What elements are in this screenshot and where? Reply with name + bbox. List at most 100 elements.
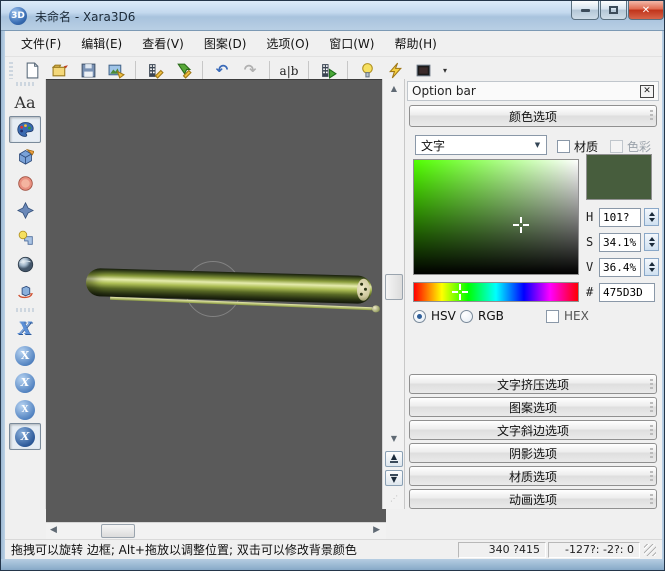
- menu-file[interactable]: 文件(F): [11, 31, 71, 56]
- hue-row: H 101?: [586, 207, 659, 227]
- bulb-shape-icon: [17, 229, 34, 246]
- value-spinner[interactable]: [644, 258, 659, 276]
- style-x-button[interactable]: X: [9, 315, 41, 342]
- dropdown-caret-icon: ▾: [443, 66, 447, 75]
- rgb-radio[interactable]: [460, 310, 473, 323]
- hex-label: #: [586, 285, 596, 299]
- menu-help[interactable]: 帮助(H): [384, 31, 446, 56]
- material-tool-button[interactable]: [9, 251, 41, 278]
- status-bar: 拖拽可以旋转 边框; Alt+拖放以调整位置; 双击可以修改背景颜色 340 ?…: [5, 539, 662, 559]
- minimize-button[interactable]: [571, 1, 599, 20]
- current-color-swatch: [586, 154, 652, 200]
- hsv-radio[interactable]: [413, 310, 426, 323]
- texture-options-button[interactable]: 材质选项: [409, 466, 657, 486]
- toolbar-grip[interactable]: [9, 62, 13, 80]
- menu-edit[interactable]: 编辑(E): [71, 31, 132, 56]
- resize-grip[interactable]: [644, 544, 656, 556]
- material-checkbox[interactable]: [557, 140, 570, 153]
- saturation-spinner[interactable]: [644, 233, 659, 251]
- hex-field[interactable]: 475D3D: [599, 283, 655, 302]
- hsv-radio-row[interactable]: HSV: [413, 309, 456, 323]
- open-folder-icon: [52, 62, 69, 79]
- hsv-radio-label: HSV: [431, 309, 456, 323]
- menu-window[interactable]: 窗口(W): [319, 31, 384, 56]
- extrude-tool-button[interactable]: [9, 143, 41, 170]
- close-button[interactable]: ✕: [628, 1, 664, 20]
- hex-checkbox-row[interactable]: HEX: [546, 309, 589, 323]
- menu-design[interactable]: 图案(D): [194, 31, 257, 56]
- title-bar[interactable]: 3D 未命名 - Xara3D6 ✕: [1, 1, 665, 31]
- scroll-down-button[interactable]: ▼: [385, 431, 403, 446]
- extrude-box-icon: [17, 148, 34, 165]
- option-panel-title: Option bar: [412, 84, 476, 98]
- hue-slider[interactable]: [413, 282, 579, 302]
- menu-view[interactable]: 查看(V): [132, 31, 194, 56]
- bevel-tool-button[interactable]: [9, 170, 41, 197]
- color-tool-button[interactable]: [9, 116, 41, 143]
- animation-tool-button[interactable]: [9, 278, 41, 305]
- extrusion-options-button[interactable]: 文字挤压选项: [409, 374, 657, 394]
- style-x-circle-4-button[interactable]: X: [9, 423, 41, 450]
- sv-crosshair[interactable]: [513, 217, 529, 233]
- rgb-radio-row[interactable]: RGB: [460, 309, 504, 323]
- toolbar-separator: [308, 61, 309, 81]
- saturation-value-picker[interactable]: [413, 159, 579, 275]
- option-panel-close-button[interactable]: ✕: [640, 85, 654, 98]
- menu-options[interactable]: 选项(O): [256, 31, 319, 56]
- design-options-button[interactable]: 图案选项: [409, 397, 657, 417]
- export-vector-icon: [175, 62, 192, 79]
- hue-label: H: [586, 210, 596, 224]
- page-up-button[interactable]: ▲: [385, 451, 403, 467]
- horizontal-scrollbar[interactable]: ◀ ▶: [46, 522, 386, 539]
- toolbar-grip[interactable]: [16, 308, 34, 312]
- bevel-options-button[interactable]: 文字斜边选项: [409, 420, 657, 440]
- scroll-right-button[interactable]: ▶: [373, 525, 380, 535]
- double-up-icon: ▲: [390, 454, 398, 464]
- toolbar-grip[interactable]: [16, 82, 34, 86]
- shadow-options-button[interactable]: 阴影选项: [409, 443, 657, 463]
- close-icon: ✕: [642, 5, 650, 16]
- double-down-icon: ▼: [390, 473, 398, 483]
- vertical-scrollbar[interactable]: ▲ ▼ ▲ ▼ ⋰: [382, 79, 404, 509]
- value-label: V: [586, 260, 596, 274]
- scrollbar-grip: ⋰: [385, 491, 403, 506]
- hex-checkbox[interactable]: [546, 310, 559, 323]
- rotating-box-icon: [17, 283, 34, 300]
- minimize-icon: [581, 9, 590, 12]
- x-circle-icon: X: [15, 373, 35, 393]
- option-panel-header[interactable]: Option bar ✕: [407, 81, 659, 101]
- scroll-left-button[interactable]: ◀: [50, 525, 57, 535]
- value-row: V 36.4%: [586, 257, 659, 277]
- tool-sidebar: Aa X X X X X: [5, 79, 46, 509]
- text-object-end-cap: [357, 279, 371, 301]
- color-target-combobox[interactable]: 文字 ▼: [415, 135, 547, 155]
- maximize-button[interactable]: [600, 1, 627, 20]
- app-icon: 3D: [9, 7, 27, 25]
- status-hint: 拖拽可以旋转 边框; Alt+拖放以调整位置; 双击可以修改背景颜色: [11, 541, 357, 558]
- style-x-circle-3-button[interactable]: X: [9, 396, 41, 423]
- hue-crosshair[interactable]: [452, 284, 468, 300]
- screen-background-icon: [415, 62, 432, 79]
- style-x-circle-2-button[interactable]: X: [9, 369, 41, 396]
- texture-tool-button[interactable]: [9, 224, 41, 251]
- saturation-label: S: [586, 235, 596, 249]
- color-options-button[interactable]: 颜色选项: [409, 105, 657, 127]
- text-tool-button[interactable]: Aa: [9, 89, 41, 116]
- style-x-circle-1-button[interactable]: X: [9, 342, 41, 369]
- document-canvas[interactable]: [46, 79, 386, 522]
- x-circle-icon: X: [15, 346, 35, 366]
- horizontal-scroll-thumb[interactable]: [101, 524, 135, 538]
- value-field[interactable]: 36.4%: [599, 258, 641, 277]
- export-image-icon: [108, 62, 125, 79]
- hue-spinner[interactable]: [644, 208, 659, 226]
- page-down-button[interactable]: ▼: [385, 470, 403, 486]
- option-panel: Option bar ✕ 颜色选项 文字 ▼ 材质 色彩 H 101?: [404, 79, 662, 509]
- animation-options-button[interactable]: 动画选项: [409, 489, 657, 509]
- shadow-tool-button[interactable]: [9, 197, 41, 224]
- saturation-field[interactable]: 34.1%: [599, 233, 641, 252]
- undo-icon: ↶: [216, 63, 229, 78]
- scroll-up-button[interactable]: ▲: [385, 81, 403, 96]
- vertical-scroll-thumb[interactable]: [385, 274, 403, 300]
- hue-field[interactable]: 101?: [599, 208, 641, 227]
- material-checkbox-row[interactable]: 材质: [557, 138, 598, 155]
